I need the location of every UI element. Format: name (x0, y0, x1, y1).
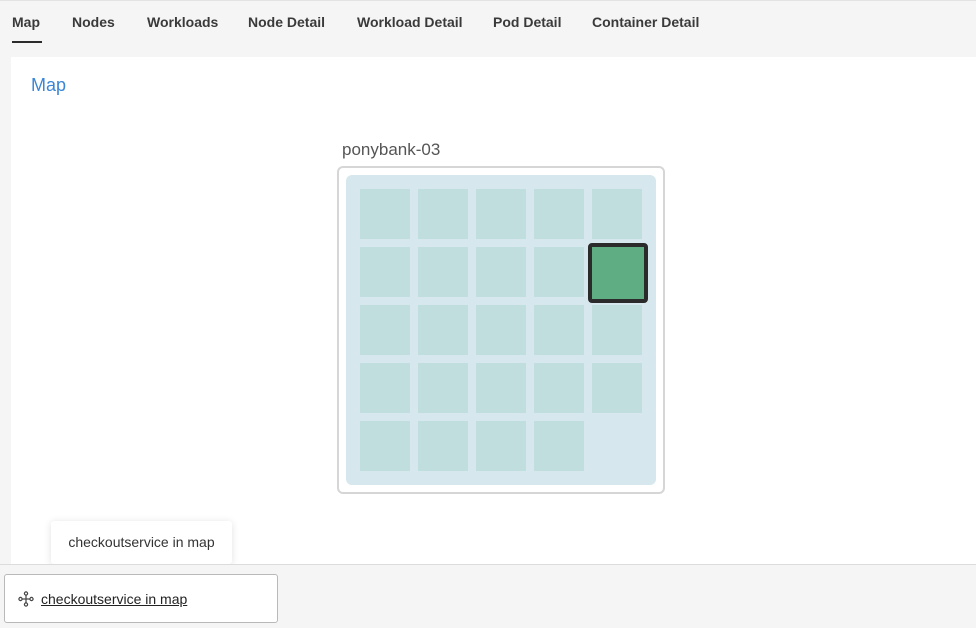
tab-workload-detail[interactable]: Workload Detail (357, 14, 463, 30)
pod-cell[interactable] (534, 305, 584, 355)
tooltip: checkoutservice in map (51, 521, 232, 564)
node-box[interactable] (337, 166, 665, 494)
pod-cell[interactable] (534, 421, 584, 471)
pod-cell[interactable] (592, 363, 642, 413)
pod-cell[interactable] (476, 247, 526, 297)
tab-workloads[interactable]: Workloads (147, 14, 218, 30)
pod-grid (346, 175, 656, 485)
pod-cell[interactable] (360, 189, 410, 239)
pod-cell[interactable] (418, 363, 468, 413)
tab-map[interactable]: Map (12, 14, 42, 43)
tab-node-detail[interactable]: Node Detail (248, 14, 325, 30)
tab-container-detail[interactable]: Container Detail (592, 14, 699, 30)
pod-cell[interactable] (476, 189, 526, 239)
bottom-bar: checkoutservice in map (0, 564, 976, 628)
pod-cell[interactable] (476, 421, 526, 471)
tab-nodes[interactable]: Nodes (72, 14, 115, 30)
pod-cell[interactable] (592, 305, 642, 355)
pod-cell[interactable] (418, 189, 468, 239)
map-link-button[interactable]: checkoutservice in map (4, 574, 278, 623)
tab-pod-detail[interactable]: Pod Detail (493, 14, 561, 30)
map-panel: Map ponybank-03 (11, 57, 976, 565)
map-nodes-icon (18, 591, 34, 607)
pod-cell-selected[interactable] (588, 243, 648, 303)
pod-cell[interactable] (534, 189, 584, 239)
pod-cell[interactable] (360, 421, 410, 471)
map-link-label[interactable]: checkoutservice in map (41, 591, 187, 607)
node-name: ponybank-03 (342, 140, 441, 159)
pod-cell[interactable] (360, 363, 410, 413)
pod-cell[interactable] (360, 305, 410, 355)
pod-cell[interactable] (418, 305, 468, 355)
pod-cell[interactable] (534, 363, 584, 413)
pod-cell[interactable] (418, 421, 468, 471)
panel-title: Map (31, 75, 67, 95)
pod-cell[interactable] (534, 247, 584, 297)
pod-cell[interactable] (360, 247, 410, 297)
pod-cell[interactable] (592, 189, 642, 239)
pod-cell[interactable] (418, 247, 468, 297)
tab-bar: Map Nodes Workloads Node Detail Workload… (0, 0, 976, 45)
pod-cell[interactable] (476, 305, 526, 355)
pod-cell[interactable] (476, 363, 526, 413)
